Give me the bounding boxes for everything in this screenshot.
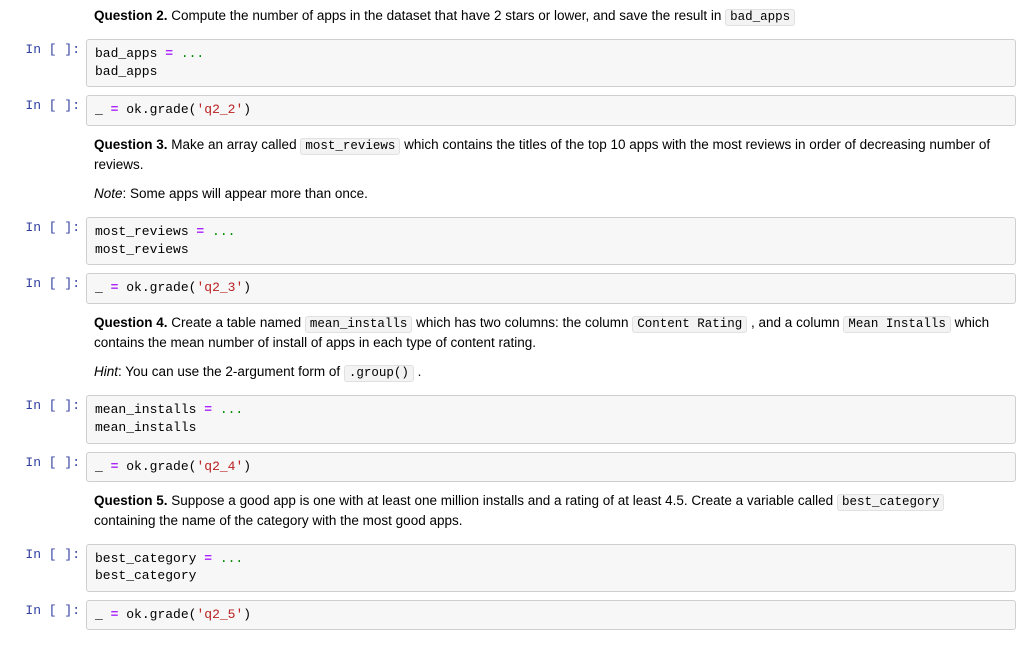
code-input[interactable]: best_category = ... best_category [86,544,1016,592]
tok: ok [118,607,141,622]
code-cell[interactable]: In [ ]: _ = ok.grade('q2_4') [0,449,1024,488]
empty-prompt [8,131,86,214]
q5-label: Question 5. [94,493,168,508]
q2-label: Question 2. [94,8,168,23]
tok: mean_installs [95,420,196,435]
tok: grade [150,280,189,295]
empty-prompt [8,487,86,541]
t: which has two columns: the column [412,315,632,330]
q4-label: Question 4. [94,315,168,330]
q3-label: Question 3. [94,137,168,152]
code-input[interactable]: _ = ok.grade('q2_2') [86,95,1016,126]
tok: . [142,607,150,622]
note-text: : Some apps will appear more than once. [123,186,368,201]
tok: ) [243,607,251,622]
q3-body-a: Make an array called [168,137,301,152]
tok: best_category [95,568,196,583]
tok: ok [118,459,141,474]
markdown-cell-q4: Question 4. Create a table named mean_in… [0,309,1024,393]
q4-text: Question 4. Create a table named mean_in… [86,309,1016,393]
input-prompt: In [ ]: [8,392,86,448]
tok: most_reviews [95,242,189,257]
inline-code: Mean Installs [843,316,951,333]
empty-prompt [8,2,86,36]
input-prompt: In [ ]: [8,449,86,488]
tok: bad_apps [95,46,165,61]
t: , and a column [747,315,843,330]
inline-code: best_category [837,494,945,511]
tok: ... [204,224,235,239]
q5-text: Question 5. Suppose a good app is one wi… [86,487,1016,541]
tok: _ [95,459,111,474]
markdown-cell-q3: Question 3. Make an array called most_re… [0,131,1024,214]
inline-code: most_reviews [300,138,400,155]
input-prompt: In [ ]: [8,597,86,636]
tok: _ [95,102,111,117]
code-input[interactable]: _ = ok.grade('q2_4') [86,452,1016,483]
tok: 'q2_3' [196,280,243,295]
code-cell[interactable]: In [ ]: most_reviews = ... most_reviews [0,214,1024,270]
inline-code: .group() [344,365,414,382]
tok: bad_apps [95,64,157,79]
tok: 'q2_2' [196,102,243,117]
tok: = [165,46,173,61]
code-cell[interactable]: In [ ]: bad_apps = ... bad_apps [0,36,1024,92]
t: Create a table named [168,315,305,330]
markdown-cell-q5: Question 5. Suppose a good app is one wi… [0,487,1024,541]
tok: ok [118,102,141,117]
t: containing the name of the category with… [94,513,462,528]
t: . [414,364,422,379]
tok: _ [95,280,111,295]
input-prompt: In [ ]: [8,36,86,92]
q2-body: Compute the number of apps in the datase… [168,8,726,23]
t: Suppose a good app is one with at least … [168,493,837,508]
code-cell[interactable]: In [ ]: _ = ok.grade('q2_5') [0,597,1024,636]
tok: ... [212,402,243,417]
code-cell[interactable]: In [ ]: best_category = ... best_categor… [0,541,1024,597]
input-prompt: In [ ]: [8,270,86,309]
tok: . [142,459,150,474]
code-input[interactable]: _ = ok.grade('q2_5') [86,600,1016,631]
code-input[interactable]: bad_apps = ... bad_apps [86,39,1016,87]
tok: = [204,551,212,566]
code-cell[interactable]: In [ ]: _ = ok.grade('q2_2') [0,92,1024,131]
tok: . [142,280,150,295]
tok: 'q2_5' [196,607,243,622]
tok: ... [173,46,204,61]
inline-code: bad_apps [725,9,795,26]
tok: . [142,102,150,117]
tok: grade [150,459,189,474]
markdown-cell-q2: Question 2. Compute the number of apps i… [0,2,1024,36]
input-prompt: In [ ]: [8,92,86,131]
tok: mean_installs [95,402,204,417]
empty-prompt [8,309,86,393]
note-label: Note [94,186,123,201]
tok: grade [150,607,189,622]
tok: ok [118,280,141,295]
code-input[interactable]: most_reviews = ... most_reviews [86,217,1016,265]
tok: _ [95,607,111,622]
tok: ) [243,102,251,117]
tok: grade [150,102,189,117]
tok: 'q2_4' [196,459,243,474]
tok: ) [243,459,251,474]
input-prompt: In [ ]: [8,214,86,270]
inline-code: Content Rating [632,316,747,333]
code-input[interactable]: _ = ok.grade('q2_3') [86,273,1016,304]
notebook: Question 2. Compute the number of apps i… [0,0,1024,645]
tok: most_reviews [95,224,196,239]
input-prompt: In [ ]: [8,541,86,597]
tok: best_category [95,551,204,566]
code-input[interactable]: mean_installs = ... mean_installs [86,395,1016,443]
inline-code: mean_installs [305,316,413,333]
tok: ... [212,551,243,566]
tok: = [204,402,212,417]
q3-text: Question 3. Make an array called most_re… [86,131,1016,214]
code-cell[interactable]: In [ ]: mean_installs = ... mean_install… [0,392,1024,448]
tok: ) [243,280,251,295]
q2-text: Question 2. Compute the number of apps i… [86,2,1016,36]
hint-label: Hint [94,364,118,379]
t: : You can use the 2-argument form of [118,364,344,379]
code-cell[interactable]: In [ ]: _ = ok.grade('q2_3') [0,270,1024,309]
